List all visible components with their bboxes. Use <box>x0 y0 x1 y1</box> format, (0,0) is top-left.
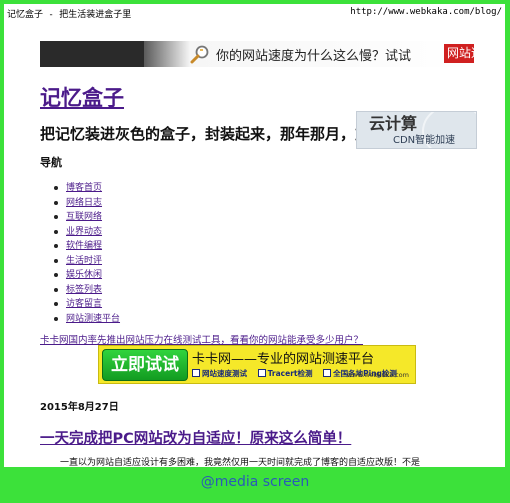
try-now-button[interactable]: 立即试试 <box>102 349 188 381</box>
speed-ad-tool: Tracert检测 <box>258 369 313 378</box>
speed-test-ad[interactable]: 立即试试 卡卡网——专业的网站测速平台 网站速度测试 Tracert检测 全国各… <box>98 345 416 384</box>
nav-item-weblog: 网络日志 <box>52 196 120 211</box>
nav-link[interactable]: 博客首页 <box>66 183 102 193</box>
site-title[interactable]: 记忆盒子 <box>40 82 124 112</box>
nav-link[interactable]: 娱乐休闲 <box>66 270 102 280</box>
nav-item-tags: 标签列表 <box>52 283 120 298</box>
nav-item-internet: 互联网络 <box>52 210 120 225</box>
media-query-caption: @media screen <box>200 474 310 490</box>
speed-test-banner[interactable]: 你的网站速度为什么这么慢？试试 网站速 <box>40 41 474 67</box>
nav-link[interactable]: 网络日志 <box>66 198 102 208</box>
print-header-title: 记忆盒子 - 把生活装进盒子里 <box>7 10 132 20</box>
nav-item-home: 博客首页 <box>52 181 120 196</box>
speed-ad-tool: 网站速度测试 <box>192 369 247 378</box>
post-excerpt: 一直以为网站自适应设计有多困难，我竟然仅用一天时间就完成了博客的自适应改版！不是 <box>60 458 421 467</box>
promo-link[interactable]: 卡卡网国内率先推出网站压力在线测试工具，看看你的网站能承受多少用户？ <box>40 332 363 346</box>
banner-button[interactable]: 网站速 <box>444 44 474 63</box>
post-date: 2015年8月27日 <box>40 402 119 413</box>
print-header: 记忆盒子 - 把生活装进盒子里 http://www.webkaka.com/b… <box>7 7 502 21</box>
post-title[interactable]: 一天完成把PC网站改为自适应！原来这么简单！ <box>40 427 351 448</box>
nav-item-life: 生活时评 <box>52 254 120 269</box>
nav-list: 博客首页 网络日志 互联网络 业界动态 软件编程 生活时评 娱乐休闲 标签列表 … <box>52 181 120 326</box>
banner-text: 你的网站速度为什么这么慢？试试 <box>216 49 412 64</box>
nav-item-guestbook: 访客留言 <box>52 297 120 312</box>
page-frame: 记忆盒子 - 把生活装进盒子里 http://www.webkaka.com/b… <box>4 4 505 467</box>
nav-link[interactable]: 标签列表 <box>66 285 102 295</box>
nav-link[interactable]: 互联网络 <box>66 212 102 222</box>
nav-link[interactable]: 访客留言 <box>66 299 102 309</box>
nav-item-speedtest: 网站测速平台 <box>52 312 120 327</box>
speed-ad-domain: www.webkaka.com <box>346 371 409 379</box>
nav-item-programming: 软件编程 <box>52 239 120 254</box>
speed-ad-slogan: 卡卡网——专业的网站测速平台 <box>192 352 375 367</box>
nav-item-entertainment: 娱乐休闲 <box>52 268 120 283</box>
cloud-ad-subtitle: CDN智能加速 <box>393 135 456 146</box>
cloud-ad[interactable]: 云计算 CDN智能加速 <box>356 111 477 149</box>
nav-link[interactable]: 网站测速平台 <box>66 314 120 324</box>
print-header-url: http://www.webkaka.com/blog/ <box>350 7 502 17</box>
nav-item-industry: 业界动态 <box>52 225 120 240</box>
nav-link[interactable]: 软件编程 <box>66 241 102 251</box>
nav-link[interactable]: 业界动态 <box>66 227 102 237</box>
nav-link[interactable]: 生活时评 <box>66 256 102 266</box>
magnifier-icon <box>190 45 209 64</box>
nav-heading: 导航 <box>40 156 62 169</box>
